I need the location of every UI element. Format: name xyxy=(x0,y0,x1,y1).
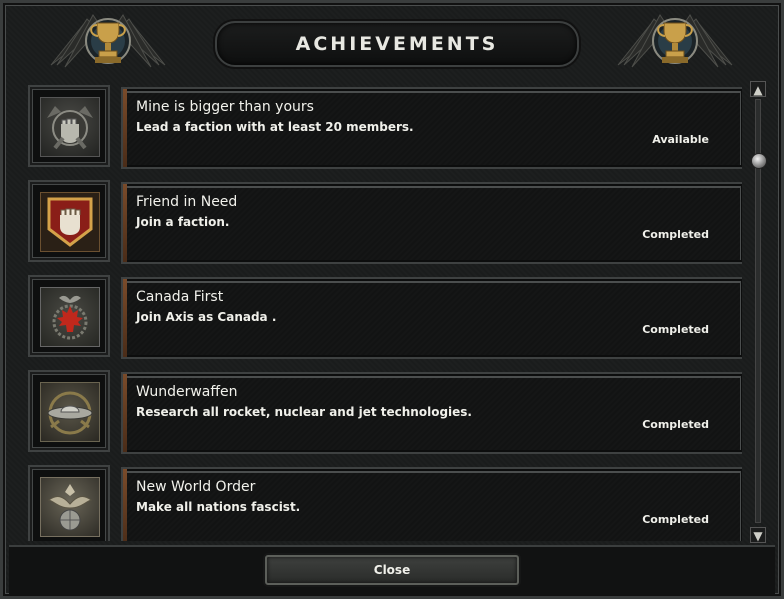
list-scrollbar[interactable]: ▲ ▼ xyxy=(748,81,768,543)
achievement-icon-frame xyxy=(28,370,110,452)
achievement-title: Mine is bigger than yours xyxy=(136,99,314,115)
title-plate: ACHIEVEMENTS xyxy=(215,21,579,67)
achievement-row[interactable]: Canada First Join Axis as Canada . Compl… xyxy=(15,265,742,359)
achievement-icon-frame xyxy=(28,85,110,167)
achievement-description: Research all rocket, nuclear and jet tec… xyxy=(136,405,472,419)
scroll-up-icon[interactable]: ▲ xyxy=(750,81,766,97)
achievement-row[interactable]: Wunderwaffen Research all rocket, nuclea… xyxy=(15,360,742,454)
trophy-wreath-left-icon xyxy=(50,14,166,68)
window-header: ACHIEVEMENTS xyxy=(3,3,781,69)
maple-leaf-icon xyxy=(40,287,100,347)
close-button[interactable]: Close xyxy=(265,555,519,585)
scroll-thumb[interactable] xyxy=(751,153,767,169)
achievement-list[interactable]: Mine is bigger than yours Lead a faction… xyxy=(15,73,742,541)
achievement-row[interactable]: New World Order Make all nations fascist… xyxy=(15,455,742,541)
achievement-description: Make all nations fascist. xyxy=(136,500,301,514)
achievement-description: Join Axis as Canada . xyxy=(136,310,277,324)
achievement-card: Mine is bigger than yours Lead a faction… xyxy=(121,87,742,169)
achievement-status: Completed xyxy=(642,513,709,526)
achievement-title: Friend in Need xyxy=(136,194,238,210)
achievement-status: Completed xyxy=(642,418,709,431)
achievement-title: New World Order xyxy=(136,479,256,495)
achievement-icon-frame xyxy=(28,180,110,262)
achievement-card: Wunderwaffen Research all rocket, nuclea… xyxy=(121,372,742,454)
achievement-title: Wunderwaffen xyxy=(136,384,238,400)
flying-saucer-icon xyxy=(40,382,100,442)
achievements-window: ACHIEVEMENTS Mine is bigger than yours L… xyxy=(0,0,784,599)
trophy-wreath-right-icon xyxy=(617,14,733,68)
achievement-card: Friend in Need Join a faction. Completed xyxy=(121,182,742,264)
achievement-status: Completed xyxy=(642,323,709,336)
achievement-description: Join a faction. xyxy=(136,215,230,229)
window-title: ACHIEVEMENTS xyxy=(295,33,499,55)
fist-emblem-icon xyxy=(40,97,100,157)
achievement-card: Canada First Join Axis as Canada . Compl… xyxy=(121,277,742,359)
achievement-icon-frame xyxy=(28,465,110,541)
achievement-title: Canada First xyxy=(136,289,224,305)
fist-shield-icon xyxy=(40,192,100,252)
window-footer: Close xyxy=(9,545,775,595)
achievement-status: Available xyxy=(652,133,709,146)
achievement-card: New World Order Make all nations fascist… xyxy=(121,467,742,541)
achievement-description: Lead a faction with at least 20 members. xyxy=(136,120,414,134)
achievement-row[interactable]: Mine is bigger than yours Lead a faction… xyxy=(15,75,742,169)
achievement-row[interactable]: Friend in Need Join a faction. Completed xyxy=(15,170,742,264)
achievement-status: Completed xyxy=(642,228,709,241)
scroll-down-icon[interactable]: ▼ xyxy=(750,527,766,543)
achievement-icon-frame xyxy=(28,275,110,357)
eagle-globe-icon xyxy=(40,477,100,537)
